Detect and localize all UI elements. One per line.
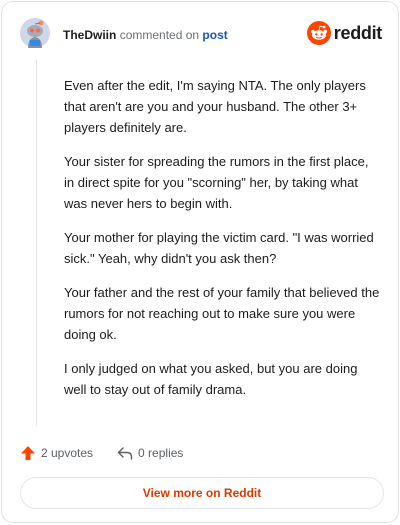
comment-paragraph: Even after the edit, I'm saying NTA. The… [64, 78, 366, 135]
comment-paragraph: Your father and the rest of your family … [64, 285, 380, 342]
post-link[interactable]: post [202, 28, 227, 42]
comment-body: Even after the edit, I'm saying NTA. The… [64, 75, 380, 413]
reddit-snoo-icon [306, 21, 331, 45]
view-more-label: View more on Reddit [142, 486, 262, 500]
comment-footer: 2 upvotes 0 replies [20, 443, 183, 463]
action-text: commented on [119, 28, 200, 42]
comment-paragraph: I only judged on what you asked, but you… [64, 361, 358, 397]
comment-paragraph: Your sister for spreading the rumors in … [64, 154, 369, 211]
comment-attribution: TheDwiin commented on post [63, 28, 228, 42]
comment-paragraph: Your mother for playing the victim card.… [64, 230, 374, 266]
reddit-logo[interactable]: reddit [306, 20, 383, 46]
view-more-button[interactable]: View more on Reddit [20, 477, 384, 509]
upvote-arrow-icon [21, 446, 35, 460]
reply-icon [117, 447, 133, 460]
reply-count: 0 replies [138, 446, 184, 460]
upvote-button[interactable]: 2 upvotes [20, 445, 93, 461]
username[interactable]: TheDwiin [63, 28, 116, 42]
thread-line [36, 60, 37, 426]
replies-button[interactable]: 0 replies [117, 446, 183, 460]
comment-header: TheDwiin commented on post reddit [20, 18, 382, 52]
reddit-wordmark: reddit [333, 22, 383, 43]
comment-card: TheDwiin commented on post reddit Even a… [1, 1, 399, 523]
upvote-count: 2 upvotes [41, 446, 94, 460]
user-avatar[interactable] [20, 18, 50, 48]
